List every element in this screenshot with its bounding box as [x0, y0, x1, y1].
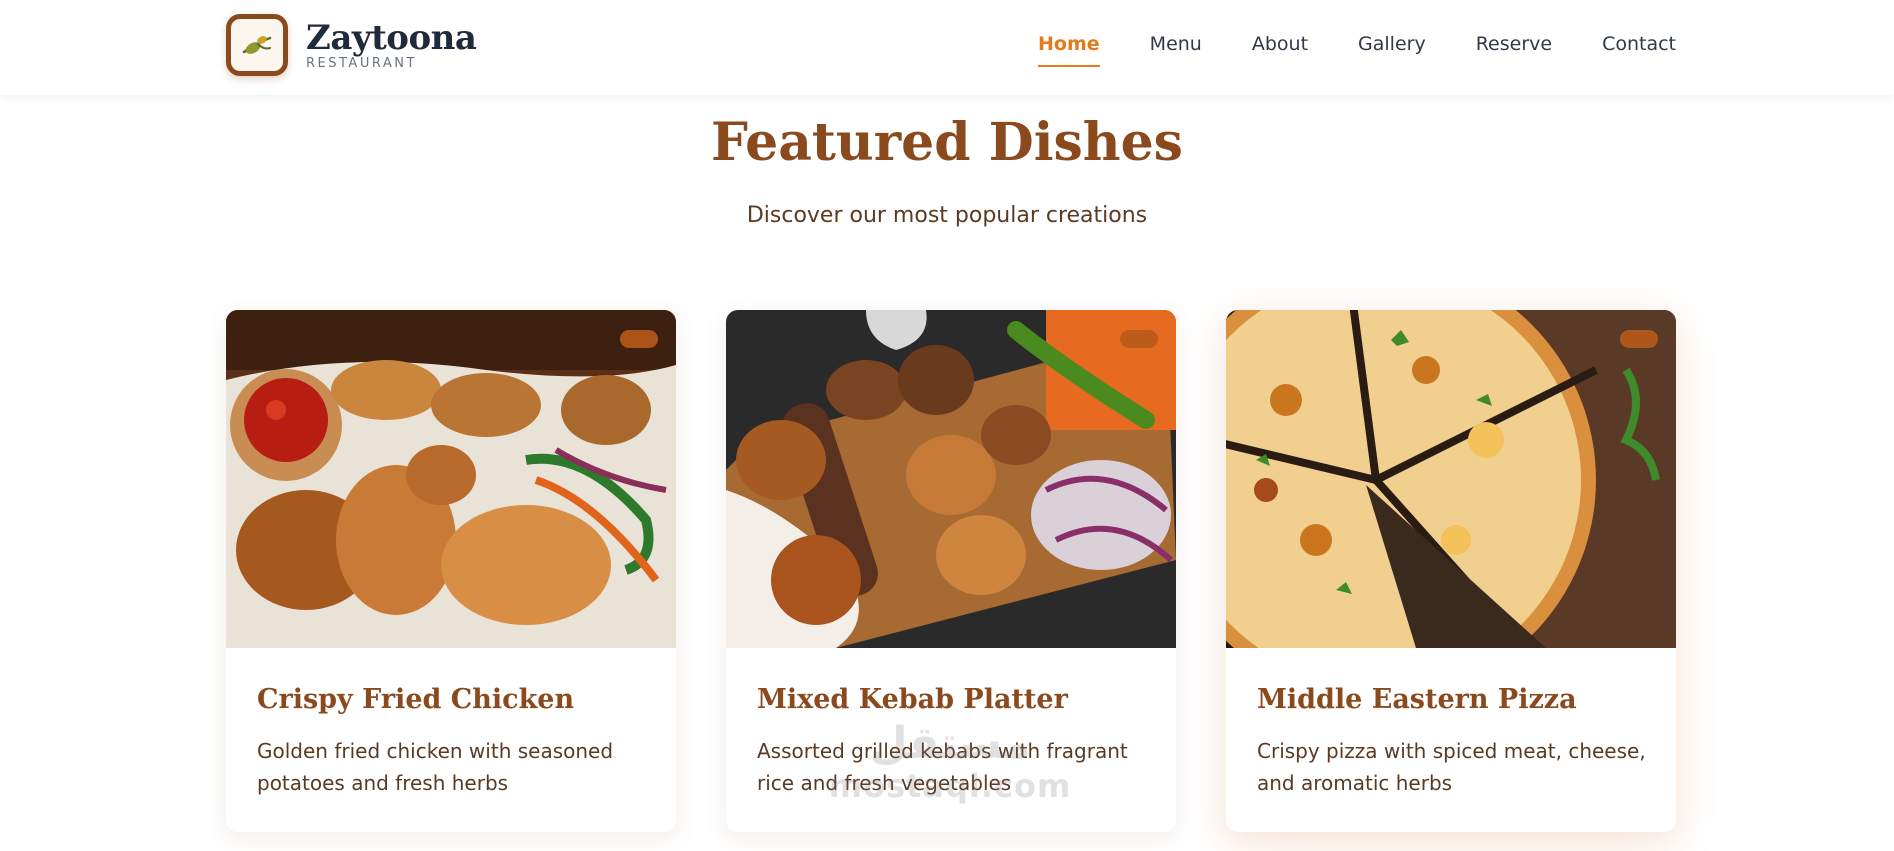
site-header: Zaytoona RESTAURANT Home Menu About Gall… [0, 0, 1894, 95]
pizza-photo [1226, 310, 1676, 648]
dish-badge [620, 330, 658, 348]
dish-description: Assorted grilled kebabs with fragrant ri… [757, 739, 1128, 795]
dish-description: Crispy pizza with spiced meat, cheese, a… [1257, 739, 1646, 795]
section-subtitle: Discover our most popular creations [746, 203, 1148, 228]
dish-badge [1120, 330, 1158, 348]
dish-title: Mixed Kebab Platter [757, 684, 1068, 715]
nav-item-home[interactable]: Home [1038, 33, 1100, 67]
brand-name: Zaytoona [306, 17, 477, 58]
brand-subtitle: RESTAURANT [306, 55, 417, 71]
kebab-platter-photo [726, 310, 1176, 648]
dish-title: Middle Eastern Pizza [1257, 684, 1577, 715]
dish-card-kebab-platter[interactable]: Mixed Kebab Platter Assorted grilled keb… [726, 310, 1176, 832]
nav-item-reserve[interactable]: Reserve [1476, 33, 1552, 67]
dish-card-fried-chicken[interactable]: Crispy Fried Chicken Golden fried chicke… [226, 310, 676, 832]
nav-item-gallery[interactable]: Gallery [1358, 33, 1426, 67]
dish-card-pizza[interactable]: Middle Eastern Pizza Crispy pizza with s… [1226, 310, 1676, 832]
dish-description: Golden fried chicken with seasoned potat… [257, 739, 614, 795]
fried-chicken-photo [226, 310, 676, 648]
brand-logo[interactable]: Zaytoona RESTAURANT [226, 14, 477, 76]
nav-item-about[interactable]: About [1252, 33, 1308, 67]
olive-icon [226, 14, 288, 76]
nav-item-contact[interactable]: Contact [1602, 33, 1676, 67]
section-title: Featured Dishes [711, 112, 1183, 173]
nav-item-menu[interactable]: Menu [1150, 33, 1202, 67]
dish-badge [1620, 330, 1658, 348]
main-nav: Home Menu About Gallery Reserve Contact [988, 33, 1676, 67]
dish-title: Crispy Fried Chicken [257, 684, 575, 715]
